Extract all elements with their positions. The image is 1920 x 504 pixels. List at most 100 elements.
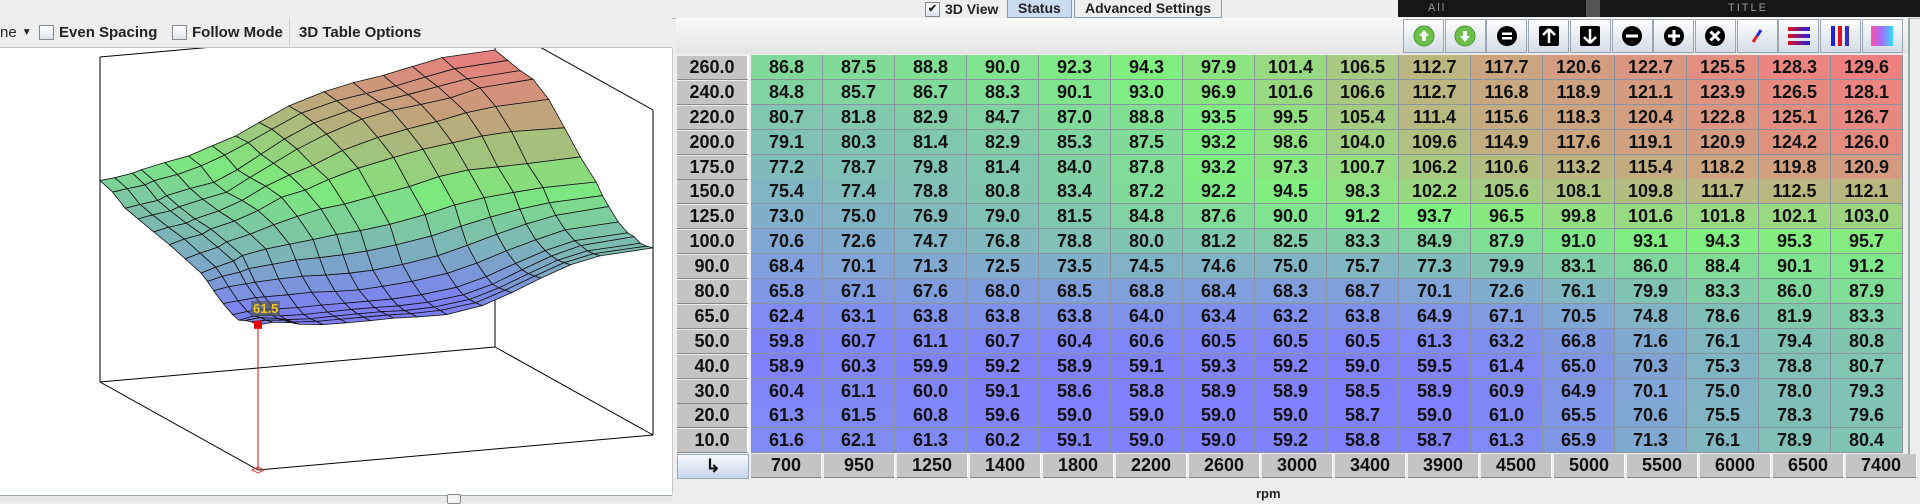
table-cell[interactable]: 68.4: [751, 254, 823, 280]
table-cell[interactable]: 75.7: [1327, 254, 1399, 280]
table-cell[interactable]: 64.0: [1111, 303, 1183, 329]
table-cell[interactable]: 86.8: [751, 55, 823, 80]
table-cell[interactable]: 116.8: [1471, 79, 1543, 105]
table-cell[interactable]: 60.5: [1327, 328, 1399, 354]
table-cell[interactable]: 58.6: [1039, 378, 1111, 404]
table-cell[interactable]: 92.3: [1039, 55, 1111, 80]
table-cell[interactable]: 65.5: [1543, 403, 1615, 429]
cursor-point-marker[interactable]: [254, 320, 262, 329]
table-cell[interactable]: 65.0: [1543, 353, 1615, 379]
table-cell[interactable]: 63.8: [1039, 303, 1111, 329]
table-cell[interactable]: 117.7: [1471, 55, 1543, 80]
table-cell[interactable]: 115.4: [1615, 154, 1687, 180]
load-axis-cell[interactable]: 20.0: [677, 404, 749, 429]
table-cell[interactable]: 106.6: [1327, 79, 1399, 105]
table-cell[interactable]: 83.3: [1687, 279, 1759, 305]
table-cell[interactable]: 84.0: [1039, 154, 1111, 180]
table-cell[interactable]: 110.6: [1471, 154, 1543, 180]
table-cell[interactable]: 59.1: [967, 378, 1039, 404]
table-cell[interactable]: 117.6: [1543, 129, 1615, 155]
table-cell[interactable]: 114.9: [1471, 129, 1543, 155]
table-cell[interactable]: 80.3: [823, 129, 895, 155]
rpm-axis-cell[interactable]: 3900: [1408, 454, 1479, 479]
table-cell[interactable]: 86.0: [1615, 254, 1687, 280]
rpm-axis-cell[interactable]: 2600: [1189, 454, 1260, 479]
table-cell[interactable]: 67.6: [895, 279, 967, 305]
table-cell[interactable]: 65.9: [1543, 428, 1615, 454]
table-cell[interactable]: 59.2: [1255, 428, 1327, 454]
table-cell[interactable]: 90.0: [967, 55, 1039, 80]
table-cell[interactable]: 63.2: [1255, 303, 1327, 329]
table-cell[interactable]: 82.9: [895, 104, 967, 130]
load-axis-cell[interactable]: 220.0: [677, 105, 749, 130]
table-cell[interactable]: 87.9: [1831, 279, 1903, 305]
interpolate-vertical-button[interactable]: [1820, 19, 1861, 53]
decrease-green-button[interactable]: [1444, 19, 1486, 53]
table-cell[interactable]: 125.5: [1687, 55, 1759, 80]
table-cell[interactable]: 60.6: [1111, 328, 1183, 354]
table-cell[interactable]: 58.8: [1327, 428, 1399, 454]
table-cell[interactable]: 67.1: [823, 279, 895, 305]
table-cell[interactable]: 79.9: [1615, 279, 1687, 305]
load-axis-cell[interactable]: 30.0: [677, 379, 749, 404]
table-cell[interactable]: 59.0: [1111, 428, 1183, 454]
table-cell[interactable]: 62.1: [823, 428, 895, 454]
table-cell[interactable]: 108.1: [1543, 179, 1615, 205]
table-cell[interactable]: 71.3: [1615, 428, 1687, 454]
table-cell[interactable]: 93.5: [1183, 104, 1255, 130]
table-cell[interactable]: 66.8: [1543, 328, 1615, 354]
table-cell[interactable]: 87.6: [1183, 204, 1255, 230]
table-cell[interactable]: 75.0: [1255, 254, 1327, 280]
table-cell[interactable]: 76.1: [1687, 328, 1759, 354]
table-cell[interactable]: 100.7: [1327, 154, 1399, 180]
table-cell[interactable]: 58.9: [1255, 378, 1327, 404]
table-cell[interactable]: 126.5: [1759, 79, 1831, 105]
table-cell[interactable]: 64.9: [1543, 378, 1615, 404]
table-cell[interactable]: 79.9: [1471, 254, 1543, 280]
table-cell[interactable]: 76.8: [967, 229, 1039, 255]
table-cell[interactable]: 94.3: [1111, 55, 1183, 80]
table-cell[interactable]: 87.0: [1039, 104, 1111, 130]
table-cell[interactable]: 61.5: [823, 403, 895, 429]
table-cell[interactable]: 61.3: [895, 428, 967, 454]
table-cell[interactable]: 59.2: [1255, 353, 1327, 379]
table-cell[interactable]: 111.7: [1687, 179, 1759, 205]
table-cell[interactable]: 119.1: [1615, 129, 1687, 155]
rpm-axis-cell[interactable]: 3400: [1335, 454, 1406, 479]
table-cell[interactable]: 59.0: [1111, 403, 1183, 429]
table-cell[interactable]: 112.1: [1831, 179, 1903, 205]
table-cell[interactable]: 78.3: [1759, 403, 1831, 429]
table-cell[interactable]: 76.9: [895, 204, 967, 230]
rpm-axis-cell[interactable]: 3000: [1262, 454, 1333, 479]
table-cell[interactable]: 70.6: [751, 229, 823, 255]
table-cell[interactable]: 60.3: [823, 353, 895, 379]
table-cell[interactable]: 101.6: [1255, 79, 1327, 105]
table-cell[interactable]: 93.7: [1399, 204, 1471, 230]
table-cell[interactable]: 70.1: [823, 254, 895, 280]
follow-mode-checkbox[interactable]: Follow Mode: [172, 24, 283, 41]
table-cell[interactable]: 58.9: [751, 353, 823, 379]
table-cell[interactable]: 78.8: [1039, 229, 1111, 255]
rpm-axis-cell[interactable]: 700: [751, 454, 822, 479]
table-cell[interactable]: 75.0: [1687, 378, 1759, 404]
table-cell[interactable]: 120.6: [1543, 55, 1615, 80]
table-cell[interactable]: 115.6: [1471, 104, 1543, 130]
table-cell[interactable]: 74.5: [1111, 254, 1183, 280]
table-cell[interactable]: 79.3: [1831, 378, 1903, 404]
table-cell[interactable]: 87.9: [1471, 229, 1543, 255]
table-cell[interactable]: 63.1: [823, 303, 895, 329]
table-cell[interactable]: 74.7: [895, 229, 967, 255]
table-cell[interactable]: 92.2: [1183, 179, 1255, 205]
table-cell[interactable]: 62.4: [751, 303, 823, 329]
table-cell[interactable]: 112.7: [1399, 79, 1471, 105]
table-cell[interactable]: 82.5: [1255, 229, 1327, 255]
load-axis-cell[interactable]: 240.0: [677, 80, 749, 105]
table-cell[interactable]: 73.0: [751, 204, 823, 230]
table-cell[interactable]: 126.7: [1831, 104, 1903, 130]
table-cell[interactable]: 73.5: [1039, 254, 1111, 280]
table-cell[interactable]: 91.0: [1543, 229, 1615, 255]
load-axis-cell[interactable]: 40.0: [677, 354, 749, 379]
table-cell[interactable]: 75.5: [1687, 403, 1759, 429]
table-cell[interactable]: 87.5: [1111, 129, 1183, 155]
table-cell[interactable]: 112.7: [1399, 55, 1471, 80]
